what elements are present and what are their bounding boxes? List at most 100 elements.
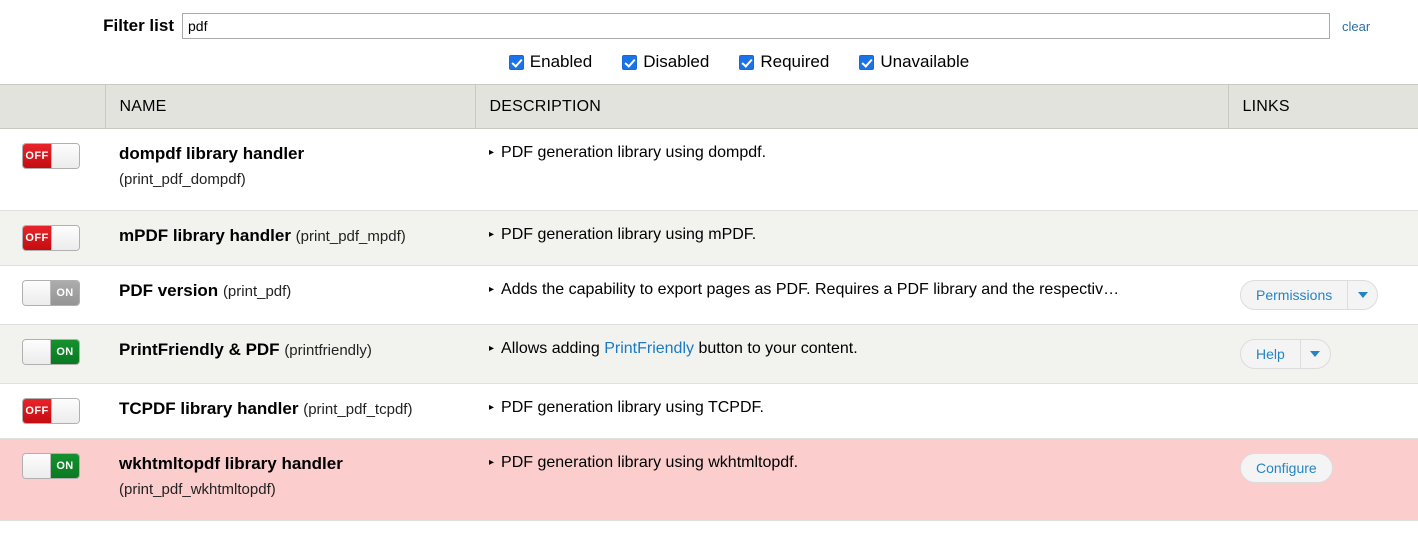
table-row: OFF mPDF library handler (print_pdf_mpdf… <box>0 210 1418 266</box>
toggle-state-label: ON <box>51 281 79 305</box>
table-row: ON PrintFriendly & PDF (printfriendly) ▸… <box>0 324 1418 384</box>
row-toggle-cell: ON <box>0 325 105 384</box>
status-filter-group: Enabled Disabled Required Unavailable <box>0 40 1418 84</box>
row-toggle-cell: ON <box>0 439 105 521</box>
extension-key: (print_pdf_wkhtmltopdf) <box>119 481 276 499</box>
row-toggle-cell: ON <box>0 266 105 325</box>
row-links-cell <box>1228 129 1418 211</box>
row-links-cell: Help <box>1228 325 1418 384</box>
extension-description: PDF generation library using mPDF. <box>501 226 757 243</box>
table-row: ON wkhtmltopdf library handler (print_pd… <box>0 438 1418 521</box>
column-header-description[interactable]: DESCRIPTION <box>475 84 1229 129</box>
table-row: OFF dompdf library handler (print_pdf_do… <box>0 129 1418 211</box>
extension-key: (print_pdf) <box>222 283 292 300</box>
extension-title: TCPDF library handler <box>119 399 299 418</box>
extension-key: (print_pdf_tcpdf) <box>303 401 413 418</box>
checkbox-unavailable[interactable]: Unavailable <box>859 52 969 72</box>
enable-toggle-wkhtmltopdf[interactable]: ON <box>22 453 80 479</box>
extension-title: mPDF library handler <box>119 226 291 245</box>
table-body: OFF dompdf library handler (print_pdf_do… <box>0 129 1418 521</box>
description-prefix: Allows adding <box>501 340 605 357</box>
column-header-links[interactable]: LINKS <box>1228 84 1418 129</box>
help-dropdown-toggle[interactable] <box>1299 340 1330 368</box>
description-expand-marker[interactable]: ▸ <box>489 225 494 244</box>
row-name-cell: TCPDF library handler (print_pdf_tcpdf) <box>105 384 475 439</box>
table-header-row: NAME DESCRIPTION LINKS <box>0 84 1418 129</box>
clear-filter-link[interactable]: clear <box>1342 19 1370 34</box>
extension-title: wkhtmltopdf library handler <box>119 454 343 473</box>
toggle-knob <box>23 340 51 364</box>
printfriendly-link[interactable]: PrintFriendly <box>604 340 694 357</box>
toggle-knob <box>51 399 79 423</box>
extension-title: dompdf library handler <box>119 144 305 163</box>
enable-toggle-mpdf[interactable]: OFF <box>22 225 80 251</box>
row-description-cell: ▸ PDF generation library using wkhtmltop… <box>475 439 1228 521</box>
extension-key: (printfriendly) <box>284 342 372 359</box>
permissions-dropdown-toggle[interactable] <box>1347 281 1377 309</box>
description-expand-marker[interactable]: ▸ <box>489 280 494 299</box>
extension-description: PDF generation library using wkhtmltopdf… <box>501 454 799 471</box>
enable-toggle-pdf-version[interactable]: ON <box>22 280 80 306</box>
extension-description: PDF generation library using TCPDF. <box>501 399 764 416</box>
toggle-knob <box>51 144 79 168</box>
extension-key: (print_pdf_dompdf) <box>119 171 246 189</box>
permissions-button-label: Permissions <box>1256 287 1333 303</box>
help-button-label: Help <box>1256 346 1285 362</box>
extension-title: PrintFriendly & PDF <box>119 340 280 359</box>
row-toggle-cell: OFF <box>0 129 105 211</box>
extension-description: PDF generation library using dompdf. <box>501 144 767 161</box>
toggle-state-label: OFF <box>23 226 51 250</box>
table-row: ON PDF version (print_pdf) ▸ Adds the ca… <box>0 266 1418 325</box>
checkbox-required-label: Required <box>760 52 830 71</box>
row-description-cell: ▸ PDF generation library using mPDF. <box>475 211 1228 266</box>
filter-list-label: Filter list <box>103 16 174 35</box>
help-button[interactable]: Help <box>1240 339 1331 369</box>
checkbox-required[interactable]: Required <box>739 52 829 72</box>
checkbox-enabled[interactable]: Enabled <box>508 52 593 72</box>
description-expand-marker[interactable]: ▸ <box>489 453 494 472</box>
checkbox-enabled-label: Enabled <box>529 52 593 71</box>
checkbox-unavailable-box[interactable] <box>859 54 875 70</box>
row-toggle-cell: OFF <box>0 211 105 266</box>
permissions-button[interactable]: Permissions <box>1240 280 1379 310</box>
row-toggle-cell: OFF <box>0 384 105 439</box>
row-description-cell: ▸ PDF generation library using TCPDF. <box>475 384 1228 439</box>
description-expand-marker[interactable]: ▸ <box>489 143 494 162</box>
row-links-cell <box>1228 384 1418 439</box>
extension-description: Adds the capability to export pages as P… <box>501 281 1120 298</box>
row-name-cell: PrintFriendly & PDF (printfriendly) <box>105 325 475 384</box>
row-links-cell: Configure <box>1228 439 1418 521</box>
checkbox-enabled-box[interactable] <box>508 54 524 70</box>
enable-toggle-dompdf[interactable]: OFF <box>22 143 80 169</box>
checkbox-disabled[interactable]: Disabled <box>622 52 709 72</box>
extension-key: (print_pdf_mpdf) <box>295 228 406 245</box>
checkbox-disabled-label: Disabled <box>643 52 710 71</box>
table-header: NAME DESCRIPTION LINKS <box>0 84 1418 129</box>
filter-bar: Filter list clear <box>0 0 1418 40</box>
configure-button[interactable]: Configure <box>1240 453 1333 483</box>
row-description-cell: ▸ Adds the capability to export pages as… <box>475 266 1228 325</box>
checkbox-required-box[interactable] <box>739 54 755 70</box>
toggle-knob <box>23 281 51 305</box>
chevron-down-icon <box>1357 292 1368 298</box>
toggle-state-label: ON <box>51 454 79 478</box>
toggle-knob <box>51 226 79 250</box>
enable-toggle-printfriendly[interactable]: ON <box>22 339 80 365</box>
extension-title: PDF version <box>119 281 219 300</box>
row-name-cell: wkhtmltopdf library handler (print_pdf_w… <box>105 439 475 521</box>
checkbox-disabled-box[interactable] <box>622 54 638 70</box>
row-links-cell <box>1228 211 1418 266</box>
filter-list-input[interactable] <box>182 13 1330 39</box>
description-suffix: button to your content. <box>694 340 858 357</box>
checkbox-unavailable-label: Unavailable <box>880 52 970 71</box>
description-expand-marker[interactable]: ▸ <box>489 398 494 417</box>
toggle-state-label: OFF <box>23 399 51 423</box>
enable-toggle-tcpdf[interactable]: OFF <box>22 398 80 424</box>
row-name-cell: mPDF library handler (print_pdf_mpdf) <box>105 211 475 266</box>
row-name-cell: PDF version (print_pdf) <box>105 266 475 325</box>
description-expand-marker[interactable]: ▸ <box>489 339 494 358</box>
extensions-table: NAME DESCRIPTION LINKS OFF dompdf librar… <box>0 84 1418 521</box>
row-links-cell: Permissions <box>1228 266 1418 325</box>
column-header-name[interactable]: NAME <box>105 84 476 129</box>
row-name-cell: dompdf library handler (print_pdf_dompdf… <box>105 129 475 211</box>
